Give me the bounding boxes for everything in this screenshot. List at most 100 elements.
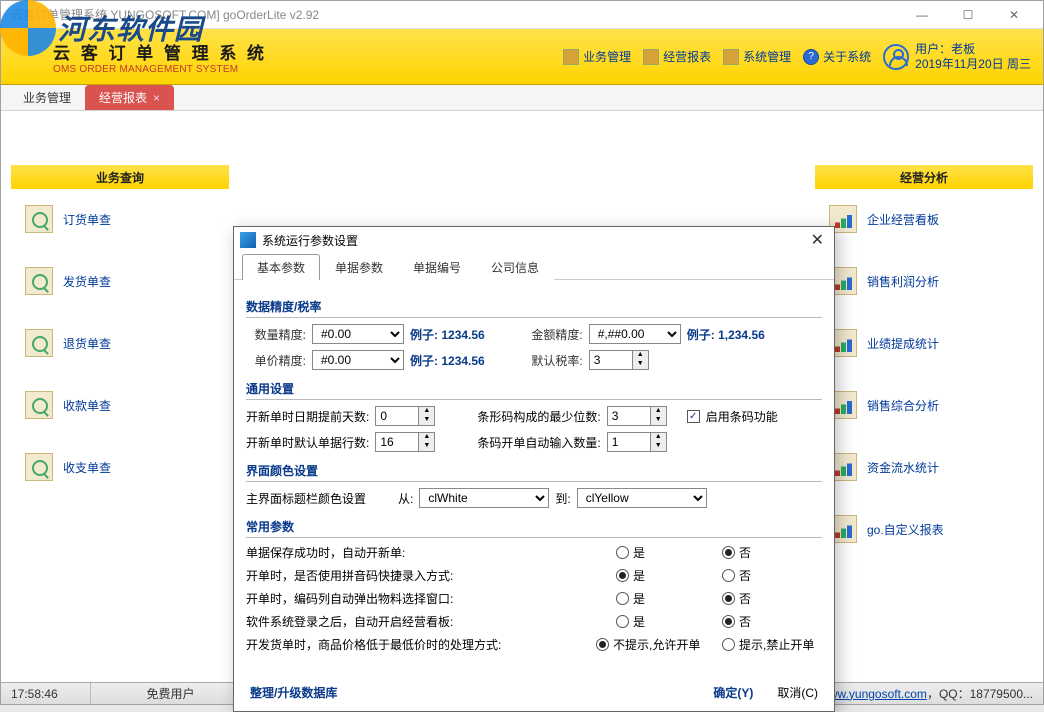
- days-label: 开新单时日期提前天数:: [246, 408, 369, 425]
- ok-button[interactable]: 确定(Y): [713, 684, 753, 701]
- minimize-button[interactable]: —: [899, 1, 945, 29]
- cancel-button[interactable]: 取消(C): [777, 684, 818, 701]
- q5-label: 开发货单时，商品价格低于最低价时的处理方式:: [246, 636, 590, 653]
- price-precision-select[interactable]: #0.00: [312, 350, 404, 370]
- amt-precision-label: 金额精度:: [523, 326, 583, 343]
- q1-yes[interactable]: 是: [616, 544, 716, 561]
- qty-precision-label: 数量精度:: [246, 326, 306, 343]
- group-precision: 数据精度/税率: [246, 294, 822, 318]
- window-title: 云客订单管理系统 YUNGOSOFT.COM] goOrderLite v2.9…: [7, 6, 899, 23]
- dtab-number[interactable]: 单据编号: [398, 254, 476, 280]
- search-icon: [25, 267, 53, 295]
- dialog-footer: 整理/升级数据库 确定(Y) 取消(C): [234, 674, 834, 711]
- official-site-link[interactable]: www.yungosoft.com: [820, 687, 927, 701]
- days-spinner[interactable]: ▲▼: [375, 406, 435, 426]
- section-right-title: 经营分析: [815, 165, 1033, 189]
- tab-close-icon[interactable]: ×: [153, 91, 160, 105]
- user-block: 用户：老板 2019年11月20日 周三: [883, 42, 1031, 71]
- dialog-icon: [240, 232, 256, 248]
- barcode-enable-label: 启用条码功能: [706, 408, 778, 425]
- menu-commission[interactable]: 业绩提成统计: [815, 329, 1033, 357]
- rows-spinner[interactable]: ▲▼: [375, 432, 435, 452]
- q3-yes[interactable]: 是: [616, 590, 716, 607]
- dtab-doc[interactable]: 单据参数: [320, 254, 398, 280]
- q2-label: 开单时，是否使用拼音码快捷录入方式:: [246, 567, 610, 584]
- dialog-tabs: 基本参数 单据参数 单据编号 公司信息: [234, 253, 834, 280]
- q4-no[interactable]: 否: [722, 613, 822, 630]
- barcode-min-label: 条形码构成的最少位数:: [477, 408, 600, 425]
- q1-label: 单据保存成功时，自动开新单:: [246, 544, 610, 561]
- q4-yes[interactable]: 是: [616, 613, 716, 630]
- folder-icon: [643, 49, 659, 65]
- menu-cashflow[interactable]: 资金流水统计: [815, 453, 1033, 481]
- gear-icon: [723, 49, 739, 65]
- q3-no[interactable]: 否: [722, 590, 822, 607]
- nav-business[interactable]: 业务管理: [563, 48, 631, 65]
- amt-precision-select[interactable]: #,##0.00: [589, 324, 681, 344]
- color-from-select[interactable]: clWhite: [419, 488, 549, 508]
- left-menu: 订货单查 发货单查 退货单查 收款单查 收支单查: [11, 205, 229, 481]
- close-button[interactable]: ✕: [991, 1, 1037, 29]
- search-icon: [25, 205, 53, 233]
- price-precision-label: 单价精度:: [246, 352, 306, 369]
- document-tabs: 业务管理 经营报表×: [1, 85, 1043, 111]
- menu-profit[interactable]: 销售利润分析: [815, 267, 1033, 295]
- avatar-icon: [883, 44, 909, 70]
- color-to-select[interactable]: clYellow: [577, 488, 707, 508]
- search-icon: [25, 453, 53, 481]
- q2-yes[interactable]: 是: [616, 567, 716, 584]
- search-icon: [25, 391, 53, 419]
- spin-down-icon[interactable]: ▼: [633, 360, 648, 369]
- menu-payment-query[interactable]: 收款单查: [11, 391, 229, 419]
- nav-report[interactable]: 经营报表: [643, 48, 711, 65]
- nav-system[interactable]: 系统管理: [723, 48, 791, 65]
- menu-order-query[interactable]: 订货单查: [11, 205, 229, 233]
- menu-ship-query[interactable]: 发货单查: [11, 267, 229, 295]
- user-label: 用户：老板: [915, 42, 1031, 56]
- dtab-company[interactable]: 公司信息: [476, 254, 554, 280]
- dialog-body: 数据精度/税率 数量精度: #0.00 例子: 1234.56 金额精度: #,…: [234, 280, 834, 674]
- menu-custom-report[interactable]: go.自定义报表: [815, 515, 1033, 543]
- tax-label: 默认税率:: [523, 352, 583, 369]
- upgrade-db-link[interactable]: 整理/升级数据库: [250, 684, 337, 701]
- nav-about[interactable]: ?关于系统: [803, 48, 871, 65]
- group-color: 界面颜色设置: [246, 458, 822, 482]
- right-menu: 企业经营看板 销售利润分析 业绩提成统计 销售综合分析 资金流水统计 go.自定…: [815, 205, 1033, 543]
- maximize-button[interactable]: ☐: [945, 1, 991, 29]
- group-common: 常用参数: [246, 514, 822, 538]
- dialog-titlebar: 系统运行参数设置 ✕: [234, 227, 834, 253]
- search-icon: [25, 329, 53, 357]
- spin-up-icon[interactable]: ▲: [633, 351, 648, 360]
- status-license: 免费用户: [91, 683, 251, 704]
- menu-return-query[interactable]: 退货单查: [11, 329, 229, 357]
- brand-subtitle: OMS ORDER MANAGEMENT SYSTEM: [53, 64, 267, 75]
- status-time: 17:58:46: [1, 683, 91, 704]
- settings-dialog: 系统运行参数设置 ✕ 基本参数 单据参数 单据编号 公司信息 数据精度/税率 数…: [233, 226, 835, 712]
- barcode-qty-spinner[interactable]: ▲▼: [607, 432, 667, 452]
- brand-title: 云 客 订 单 管 理 系 统: [53, 39, 267, 64]
- q1-no[interactable]: 否: [722, 544, 822, 561]
- menu-balance-query[interactable]: 收支单查: [11, 453, 229, 481]
- date-label: 2019年11月20日 周三: [915, 57, 1031, 71]
- tab-business[interactable]: 业务管理: [9, 85, 85, 110]
- brand: 云 客 订 单 管 理 系 统 OMS ORDER MANAGEMENT SYS…: [53, 39, 267, 75]
- dtab-basic[interactable]: 基本参数: [242, 254, 320, 280]
- barcode-min-spinner[interactable]: ▲▼: [607, 406, 667, 426]
- menu-dashboard[interactable]: 企业经营看板: [815, 205, 1033, 233]
- qty-precision-select[interactable]: #0.00: [312, 324, 404, 344]
- barcode-enable-checkbox[interactable]: ✓: [687, 410, 700, 423]
- rows-label: 开新单时默认单据行数:: [246, 434, 369, 451]
- q5-a[interactable]: 不提示,允许开单: [596, 636, 716, 653]
- barcode-qty-label: 条码开单自动输入数量:: [477, 434, 600, 451]
- q5-b[interactable]: 提示,禁止开单: [722, 636, 822, 653]
- question-icon: ?: [803, 49, 819, 65]
- q2-no[interactable]: 否: [722, 567, 822, 584]
- group-general: 通用设置: [246, 376, 822, 400]
- dialog-close-button[interactable]: ✕: [807, 230, 828, 250]
- folder-icon: [563, 49, 579, 65]
- tab-report[interactable]: 经营报表×: [85, 85, 174, 110]
- color-label: 主界面标题栏颜色设置: [246, 490, 366, 507]
- q4-label: 软件系统登录之后，自动开启经营看板:: [246, 613, 610, 630]
- menu-sales-analysis[interactable]: 销售综合分析: [815, 391, 1033, 419]
- tax-spinner[interactable]: ▲▼: [589, 350, 649, 370]
